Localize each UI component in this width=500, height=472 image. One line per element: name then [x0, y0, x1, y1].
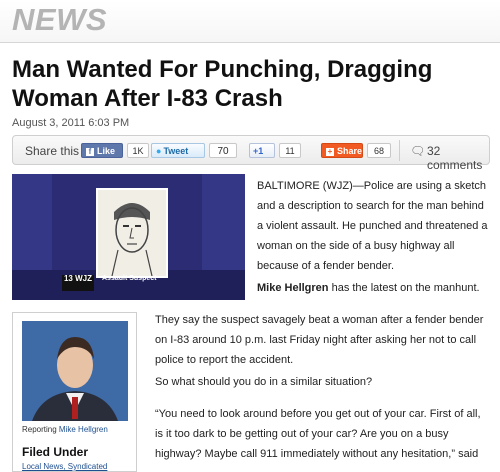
- twitter-bird-icon: ●: [156, 146, 162, 156]
- article-paragraph-3: They say the suspect savagely beat a wom…: [155, 314, 484, 366]
- facebook-count: 1K: [127, 143, 149, 158]
- section-title: NEWS: [12, 2, 107, 37]
- facebook-like-label: Like: [97, 146, 116, 156]
- google-plus-label: +1: [253, 146, 264, 156]
- tweet-button[interactable]: ● Tweet: [151, 143, 205, 158]
- share-count: 68: [367, 143, 391, 158]
- share-bar: Share this f Like 1K ● Tweet 70 +1 11 + Sha…: [12, 135, 490, 172]
- section-header: NEWS: [0, 0, 500, 43]
- reporter-portrait-graphic: [22, 321, 128, 421]
- article-paragraph-2: Mike Hellgren has the latest on the manh…: [257, 278, 490, 298]
- google-plus-one-button[interactable]: +1: [249, 143, 275, 158]
- article-paragraph-4: So what should you do in a similar situa…: [155, 376, 373, 388]
- share-button-label: Share: [337, 146, 363, 156]
- image-caption: Assault Suspect: [102, 275, 157, 282]
- plus-icon: +: [326, 147, 334, 156]
- tweet-count: 70: [209, 143, 237, 158]
- share-divider: [399, 140, 400, 161]
- station-logo: 13 WJZ: [62, 275, 94, 291]
- sketch-frame: [96, 188, 168, 278]
- suspect-sketch-image: 13 WJZ Assault Suspect: [12, 174, 245, 300]
- article-headline: Man Wanted For Punching, Dragging Woman …: [12, 56, 433, 112]
- share-label: Share this: [25, 144, 80, 158]
- reporting-byline: Reporting Mike Hellgren: [22, 425, 108, 434]
- comment-bubble-icon[interactable]: 🗨: [410, 144, 425, 158]
- filed-under-link[interactable]: Local News, Syndicated: [22, 462, 107, 471]
- reporter-name-bold: Mike Hellgren: [257, 282, 329, 294]
- facebook-icon: f: [86, 148, 94, 156]
- tweet-label: Tweet: [163, 146, 189, 156]
- article-date: August 3, 2011 6:03 PM: [12, 117, 130, 129]
- addthis-share-button[interactable]: + Share: [321, 143, 363, 158]
- article-paragraph-5: “You need to look around before you get …: [155, 408, 481, 460]
- filed-under-heading: Filed Under: [22, 445, 89, 459]
- reporter-link[interactable]: Mike Hellgren: [59, 425, 108, 434]
- face-sketch-icon: [111, 203, 153, 277]
- google-plus-count: 11: [279, 143, 301, 158]
- comments-link[interactable]: 32 comments: [427, 144, 489, 172]
- paragraph-2-rest: has the latest on the manhunt.: [328, 282, 480, 294]
- reporter-box: Reporting Mike Hellgren Filed Under Loca…: [12, 312, 137, 472]
- article-paragraph-1: BALTIMORE (WJZ)—Police are using a sketc…: [257, 180, 488, 272]
- reporter-photo: [22, 321, 128, 421]
- reporting-label: Reporting: [22, 425, 57, 434]
- facebook-like-button[interactable]: f Like: [81, 143, 123, 158]
